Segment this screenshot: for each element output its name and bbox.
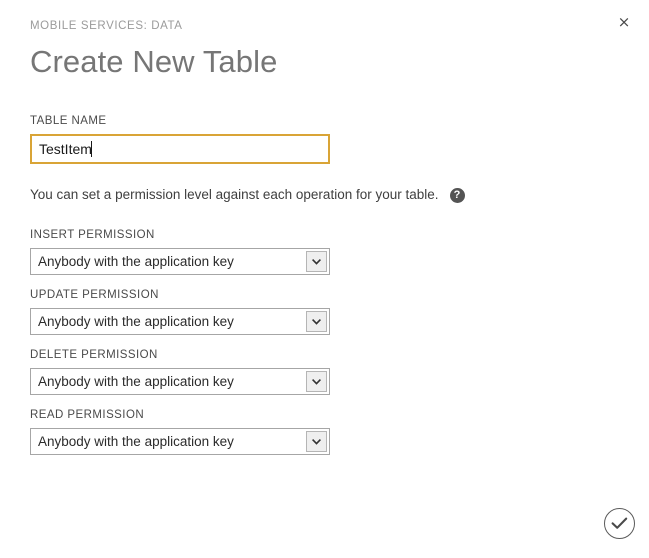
delete-permission-group: DELETE PERMISSION Anybody with the appli… — [30, 348, 450, 395]
chevron-down-icon[interactable] — [306, 251, 327, 272]
close-button[interactable]: × — [611, 9, 637, 35]
read-permission-label: READ PERMISSION — [30, 409, 145, 421]
insert-permission-select[interactable]: Anybody with the application key — [30, 248, 330, 275]
help-icon[interactable]: ? — [449, 187, 465, 203]
read-permission-group: READ PERMISSION Anybody with the applica… — [30, 408, 450, 455]
create-new-table-dialog: × MOBILE SERVICES: DATA Create New Table… — [0, 0, 649, 558]
chevron-down-icon[interactable] — [306, 371, 327, 392]
chevron-down-icon[interactable] — [306, 311, 327, 332]
page-title: Create New Table — [30, 44, 278, 79]
update-permission-group: UPDATE PERMISSION Anybody with the appli… — [30, 288, 450, 335]
update-permission-value: Anybody with the application key — [38, 314, 234, 329]
table-name-label: TABLE NAME — [30, 115, 107, 127]
update-permission-select[interactable]: Anybody with the application key — [30, 308, 330, 335]
update-permission-label: UPDATE PERMISSION — [30, 289, 159, 301]
read-permission-value: Anybody with the application key — [38, 434, 234, 449]
create-table-form: TABLE NAME You can set a permission leve… — [30, 114, 465, 455]
dialog-header: MOBILE SERVICES: DATA Create New Table — [30, 19, 589, 80]
text-caret — [91, 141, 92, 157]
chevron-down-icon[interactable] — [306, 431, 327, 452]
delete-permission-value: Anybody with the application key — [38, 374, 234, 389]
close-icon: × — [617, 12, 631, 31]
read-permission-select[interactable]: Anybody with the application key — [30, 428, 330, 455]
table-name-group: TABLE NAME — [30, 114, 450, 164]
insert-permission-group: INSERT PERMISSION Anybody with the appli… — [30, 228, 450, 275]
check-circle-icon — [611, 517, 628, 529]
table-name-input-wrap — [30, 134, 330, 164]
permissions-description-row: You can set a permission level against e… — [30, 186, 465, 204]
confirm-button[interactable] — [604, 508, 635, 539]
insert-permission-label: INSERT PERMISSION — [30, 229, 155, 241]
delete-permission-label: DELETE PERMISSION — [30, 349, 158, 361]
insert-permission-value: Anybody with the application key — [38, 254, 234, 269]
permissions-description: You can set a permission level against e… — [30, 187, 439, 202]
breadcrumb: MOBILE SERVICES: DATA — [30, 20, 183, 32]
delete-permission-select[interactable]: Anybody with the application key — [30, 368, 330, 395]
table-name-input[interactable] — [30, 134, 330, 164]
